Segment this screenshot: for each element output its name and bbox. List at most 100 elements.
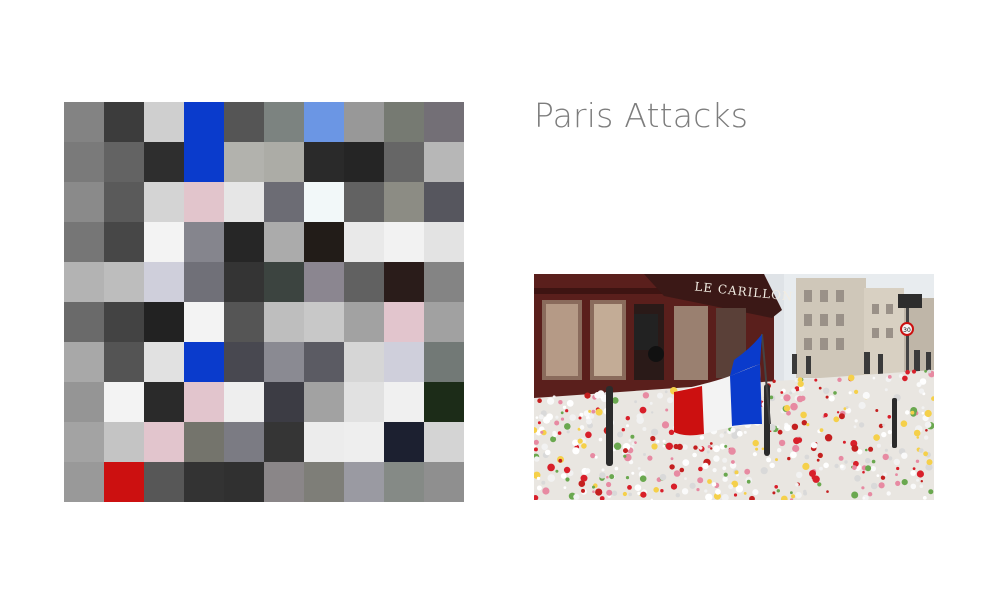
- mosaic-cell: [264, 262, 304, 302]
- mosaic-cell: [144, 102, 184, 142]
- mosaic-cell: [424, 422, 464, 462]
- mosaic-cell: [184, 262, 224, 302]
- mosaic-cell: [424, 382, 464, 422]
- mosaic-cell: [384, 142, 424, 182]
- mosaic-cell: [384, 342, 424, 382]
- mosaic-cell: [344, 222, 384, 262]
- mosaic-cell: [424, 182, 464, 222]
- mosaic-cell: [384, 382, 424, 422]
- mosaic-cell: [424, 342, 464, 382]
- mosaic-cell: [104, 262, 144, 302]
- mosaic-cell: [304, 382, 344, 422]
- mosaic-cell: [224, 462, 264, 502]
- mosaic-cell: [424, 142, 464, 182]
- mosaic-cell: [144, 142, 184, 182]
- page: Paris Attacks 30 LE CARILLON: [0, 0, 1000, 600]
- mosaic-cell: [224, 102, 264, 142]
- mosaic-cell: [144, 262, 184, 302]
- mosaic-cell: [64, 382, 104, 422]
- mosaic-cell: [224, 422, 264, 462]
- mosaic-cell: [304, 302, 344, 342]
- mosaic-cell: [184, 342, 224, 382]
- mosaic-cell: [64, 462, 104, 502]
- mosaic-cell: [304, 142, 344, 182]
- mosaic-cell: [264, 302, 304, 342]
- mosaic-cell: [264, 142, 304, 182]
- mosaic-cell: [104, 302, 144, 342]
- mosaic-cell: [424, 262, 464, 302]
- mosaic-cell: [264, 422, 304, 462]
- mosaic-cell: [64, 182, 104, 222]
- mosaic-cell: [304, 342, 344, 382]
- mosaic-cell: [104, 422, 144, 462]
- mosaic-cell: [184, 222, 224, 262]
- mosaic-cell: [384, 262, 424, 302]
- mosaic-cell: [184, 142, 224, 182]
- mosaic-cell: [384, 182, 424, 222]
- mosaic-cell: [384, 422, 424, 462]
- mosaic-cell: [264, 382, 304, 422]
- mosaic-cell: [344, 462, 384, 502]
- mosaic-cell: [224, 262, 264, 302]
- mosaic-cell: [104, 182, 144, 222]
- mosaic-cell: [224, 222, 264, 262]
- mosaic-cell: [424, 102, 464, 142]
- mosaic-cell: [104, 342, 144, 382]
- mosaic-cell: [304, 222, 344, 262]
- mosaic-cell: [384, 302, 424, 342]
- mosaic-cell: [224, 142, 264, 182]
- mosaic-cell: [344, 142, 384, 182]
- mosaic-cell: [344, 262, 384, 302]
- mosaic-cell: [64, 302, 104, 342]
- mosaic-cell: [64, 422, 104, 462]
- mosaic-cell: [224, 342, 264, 382]
- mosaic-cell: [304, 102, 344, 142]
- mosaic-cell: [424, 302, 464, 342]
- mosaic-cell: [104, 142, 144, 182]
- mosaic-cell: [144, 462, 184, 502]
- mosaic-cell: [184, 302, 224, 342]
- mosaic-cell: [144, 302, 184, 342]
- mosaic-cell: [224, 382, 264, 422]
- mosaic-cell: [184, 462, 224, 502]
- pixelated-mosaic: [64, 102, 464, 502]
- mosaic-cell: [304, 422, 344, 462]
- mosaic-cell: [104, 462, 144, 502]
- mosaic-cell: [264, 462, 304, 502]
- mosaic-cell: [224, 182, 264, 222]
- mosaic-cell: [424, 462, 464, 502]
- mosaic-cell: [64, 262, 104, 302]
- mosaic-cell: [344, 382, 384, 422]
- mosaic-cell: [264, 182, 304, 222]
- mosaic-cell: [104, 222, 144, 262]
- mosaic-cell: [304, 262, 344, 302]
- mosaic-cell: [64, 142, 104, 182]
- mosaic-cell: [144, 382, 184, 422]
- mosaic-cell: [384, 222, 424, 262]
- mosaic-cell: [144, 342, 184, 382]
- speed-limit-sign: 30: [903, 327, 911, 334]
- mosaic-cell: [264, 102, 304, 142]
- mosaic-cell: [144, 422, 184, 462]
- mosaic-cell: [424, 222, 464, 262]
- mosaic-cell: [344, 182, 384, 222]
- mosaic-cell: [184, 102, 224, 142]
- mosaic-cell: [144, 182, 184, 222]
- mosaic-cell: [264, 222, 304, 262]
- mosaic-cell: [184, 382, 224, 422]
- mosaic-cell: [184, 182, 224, 222]
- mosaic-cell: [144, 222, 184, 262]
- memorial-photo: 30 LE CARILLON: [534, 274, 934, 500]
- mosaic-cell: [264, 342, 304, 382]
- mosaic-cell: [184, 422, 224, 462]
- mosaic-cell: [64, 102, 104, 142]
- mosaic-cell: [344, 342, 384, 382]
- mosaic-cell: [384, 102, 424, 142]
- mosaic-cell: [344, 102, 384, 142]
- mosaic-cell: [304, 182, 344, 222]
- mosaic-cell: [384, 462, 424, 502]
- mosaic-cell: [224, 302, 264, 342]
- mosaic-cell: [104, 102, 144, 142]
- mosaic-cell: [304, 462, 344, 502]
- mosaic-cell: [344, 422, 384, 462]
